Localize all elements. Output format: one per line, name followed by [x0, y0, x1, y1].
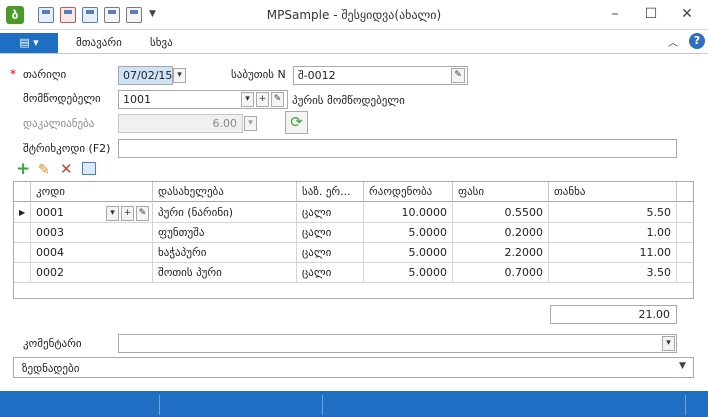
cell-sum[interactable]: 1.00 — [549, 223, 677, 243]
tab-main[interactable]: მთავარი — [76, 36, 122, 49]
status-bar — [0, 391, 708, 417]
cell-qty[interactable]: 5.0000 — [364, 243, 453, 263]
status-separator — [322, 395, 323, 415]
tab-other[interactable]: სხვა — [150, 36, 173, 49]
cell-code[interactable]: 0002 — [31, 263, 153, 283]
cell-code[interactable]: 0004 — [31, 243, 153, 263]
cell-sum[interactable]: 3.50 — [549, 263, 677, 283]
total-field: 21.00 — [550, 305, 677, 324]
cell-qty[interactable]: 5.0000 — [364, 263, 453, 283]
help-icon[interactable]: ? — [689, 33, 705, 49]
cell-code[interactable]: 0003 — [31, 223, 153, 243]
date-label: თარიღი — [23, 68, 67, 81]
cell-sum[interactable]: 11.00 — [549, 243, 677, 263]
cell-unit[interactable]: ცალი — [297, 263, 364, 283]
cell-unit[interactable]: ცალი — [297, 243, 364, 263]
add-row-icon[interactable]: + — [16, 161, 30, 178]
edit-row-icon[interactable]: ✎ — [38, 162, 50, 178]
row-dropdown-icon[interactable]: ▾ — [106, 206, 119, 221]
column-header-price[interactable]: ფასი — [453, 182, 549, 202]
supplier-dropdown-icon[interactable]: ▾ — [241, 92, 254, 107]
cell-qty[interactable]: 5.0000 — [364, 223, 453, 243]
docno-field[interactable]: შ-0012 — [293, 66, 468, 85]
row-add-icon[interactable]: + — [121, 206, 134, 221]
discount-field[interactable]: 6.00 — [118, 114, 243, 133]
close-button[interactable]: ✕ — [674, 4, 700, 24]
column-header-name[interactable]: დასახელება — [153, 182, 297, 202]
cell-price[interactable]: 0.5500 — [453, 203, 549, 223]
collapse-ribbon-icon[interactable]: ︿ — [668, 34, 678, 49]
items-grid: კოდი დასახელება საზ. ერ... რაოდენობა ფას… — [13, 181, 694, 299]
supplier-name: პურის მომწოდებელი — [292, 94, 405, 107]
cell-qty[interactable]: 10.0000 — [364, 203, 453, 223]
status-separator — [685, 395, 686, 415]
cell-price[interactable]: 0.2000 — [453, 223, 549, 243]
docno-label: საბუთის N — [231, 68, 286, 81]
expand-icon[interactable]: ▼ — [679, 361, 686, 371]
date-dropdown-icon[interactable]: ▾ — [173, 68, 186, 83]
discount-dropdown-icon[interactable]: ▾ — [244, 116, 257, 131]
file-menu-button[interactable]: ▤ ▾ — [0, 33, 58, 53]
menu-icon: ▤ ▾ — [19, 36, 39, 49]
cell-name[interactable]: შოთის პური — [153, 263, 297, 283]
table-row[interactable]: 0003 ფუნთუშა ცალი 5.0000 0.2000 1.00 — [14, 223, 693, 243]
refresh-icon[interactable]: ⟳ — [285, 111, 308, 134]
cell-name[interactable]: ხაჭაპური — [153, 243, 297, 263]
comment-dropdown-icon[interactable]: ▾ — [662, 336, 675, 351]
minimize-button[interactable]: – — [602, 4, 628, 24]
column-header-code[interactable]: კოდი — [31, 182, 153, 202]
cell-sum[interactable]: 5.50 — [549, 203, 677, 223]
maximize-button[interactable]: ☐ — [638, 4, 664, 24]
extras-panel[interactable] — [13, 357, 694, 378]
table-row[interactable]: 0002 შოთის პური ცალი 5.0000 0.7000 3.50 — [14, 263, 693, 283]
barcode-label: შტრიხკოდი (F2) — [23, 142, 111, 155]
grid-corner — [14, 182, 31, 202]
comment-field[interactable] — [118, 334, 677, 353]
row-indicator-icon: ▶ — [14, 203, 31, 223]
cell-code[interactable]: 0001 — [31, 203, 153, 223]
barcode-field[interactable] — [118, 139, 677, 158]
date-field[interactable]: 07/02/15 — [118, 66, 173, 85]
grid-header-filler — [677, 182, 693, 202]
row-edit-icon[interactable]: ✎ — [136, 206, 149, 221]
wand-icon[interactable]: ✎ — [451, 68, 465, 83]
column-header-unit[interactable]: საზ. ერ... — [297, 182, 364, 202]
cell-name[interactable]: პური (ნარინი) — [153, 203, 297, 223]
row-indicator — [14, 223, 31, 243]
copy-row-icon[interactable] — [82, 162, 96, 175]
cell-unit[interactable]: ცალი — [297, 223, 364, 243]
table-row[interactable]: 0004 ხაჭაპური ცალი 5.0000 2.2000 11.00 — [14, 243, 693, 263]
cell-price[interactable]: 2.2000 — [453, 243, 549, 263]
supplier-label: მომწოდებელი — [23, 92, 101, 105]
supplier-edit-icon[interactable]: ✎ — [271, 92, 284, 107]
comment-label: კომენტარი — [23, 337, 82, 350]
cell-price[interactable]: 0.7000 — [453, 263, 549, 283]
column-header-sum[interactable]: თანხა — [549, 182, 677, 202]
row-indicator — [14, 263, 31, 283]
row-indicator — [14, 243, 31, 263]
supplier-add-icon[interactable]: + — [256, 92, 269, 107]
status-separator — [159, 395, 160, 415]
cell-name[interactable]: ფუნთუშა — [153, 223, 297, 243]
discount-label: დაკალიანება — [23, 117, 95, 130]
column-header-qty[interactable]: რაოდენობა — [364, 182, 453, 202]
required-marker: * — [10, 67, 16, 81]
delete-row-icon[interactable]: ✕ — [60, 161, 73, 177]
extras-label: ზედნადები — [22, 362, 80, 375]
cell-unit[interactable]: ცალი — [297, 203, 364, 223]
